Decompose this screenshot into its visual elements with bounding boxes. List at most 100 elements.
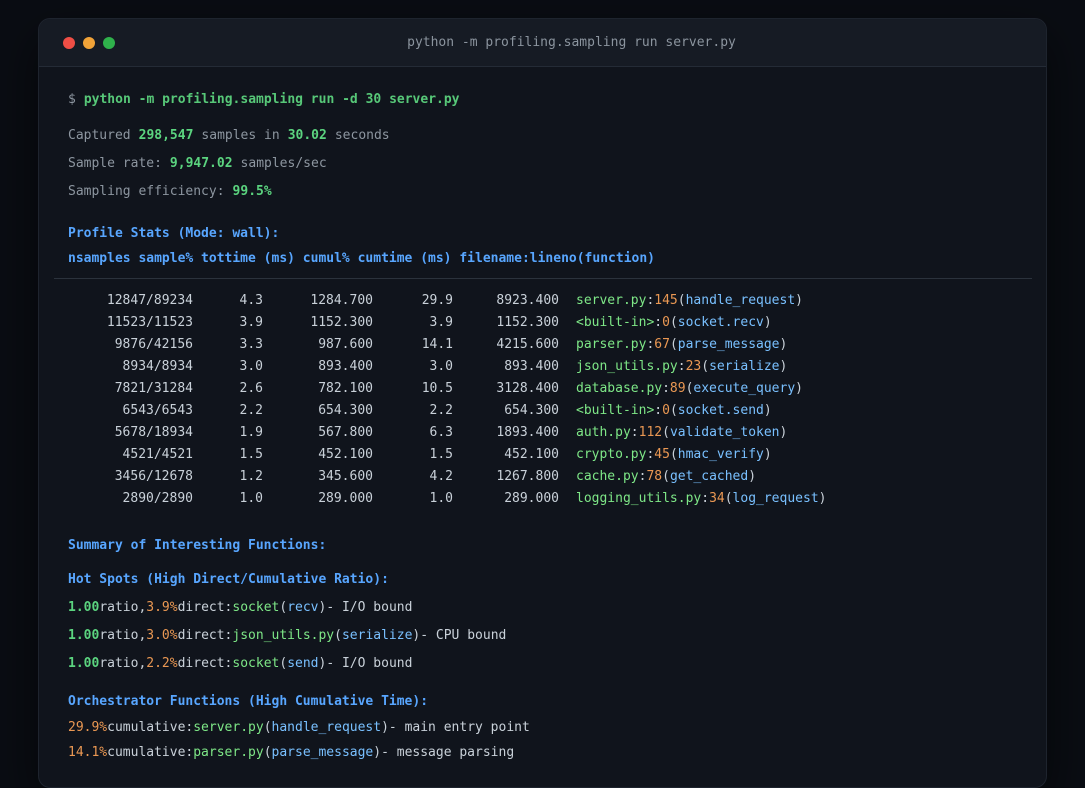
filename: parser.py (576, 336, 647, 352)
captured-samples-value: 298,547 (138, 127, 194, 143)
filename: json_utils.py (576, 358, 678, 374)
cumul-pct-cell: 29.9 (421, 292, 453, 308)
close-paren: ) (763, 402, 772, 418)
function-cell: crypto.py:45(hmac_verify) (576, 447, 772, 462)
sample-pct-cell: 1.9 (239, 424, 263, 440)
close-button[interactable] (63, 36, 75, 49)
filename: <built-in> (576, 402, 655, 418)
lineno: 0 (662, 402, 670, 418)
filename: auth.py (576, 424, 631, 440)
open-paren: ( (662, 424, 670, 440)
nsamples-cell: 4521/4521 (122, 446, 193, 462)
profile-table-row: 8934/8934 3.0 893.400 3.0 893.400 json_utils.… (68, 355, 1018, 377)
function-name: hmac_verify (677, 446, 764, 462)
tottime-cell: 1284.700 (310, 292, 373, 308)
profile-table-row: 2890/2890 1.0 289.000 1.0 289.000 logging_uti… (68, 487, 1018, 509)
profile-table-row: 12847/89234 4.3 1284.700 29.9 8923.400 server… (68, 289, 1018, 311)
sample-pct-cell: 2.2 (239, 402, 263, 418)
filename: crypto.py (576, 446, 647, 462)
target-name: socket (232, 655, 280, 671)
captured-duration-value: 30.02 (287, 127, 327, 143)
filename: logging_utils.py (576, 490, 702, 506)
cumul-pct-cell: 3.9 (429, 314, 453, 330)
tottime-cell: 654.300 (318, 402, 373, 418)
filename: database.py (576, 380, 663, 396)
captured-mid-label: samples in (201, 127, 280, 143)
tottime-cell: 893.400 (318, 358, 373, 374)
open-paren: ( (669, 314, 678, 330)
close-paren: ) (318, 599, 327, 615)
sample-rate-label: Sample rate: (68, 155, 162, 171)
open-paren: ( (662, 468, 670, 484)
cumul-pct-cell: 1.5 (429, 446, 453, 462)
tottime-cell: 452.100 (318, 446, 373, 462)
function-name: get_cached (669, 468, 749, 484)
profile-table-rows: 12847/89234 4.3 1284.700 29.9 8923.400 server… (68, 289, 1018, 509)
ratio-value: 1.00 (68, 627, 100, 643)
cumul-pct-cell: 4.2 (429, 468, 453, 484)
orchestrator-line: 29.9% cumulative: server.py(handle_reque… (68, 715, 1018, 740)
lineno: 89 (669, 380, 686, 396)
hot-spots-heading: Hot Spots (High Direct/Cumulative Ratio)… (68, 571, 389, 587)
hot-spots-lines: 1.00 ratio, 3.9% direct: socket(recv) - … (68, 593, 1018, 677)
orchestrator-note: - message parsing (381, 745, 515, 760)
nsamples-cell: 7821/31284 (114, 380, 193, 396)
method-name: recv (287, 599, 319, 615)
efficiency-label: Sampling efficiency: (68, 183, 225, 199)
ratio-value: 1.00 (68, 599, 100, 615)
function-name: log_request (732, 490, 819, 506)
tottime-cell: 345.600 (318, 468, 373, 484)
cumulative-label: cumulative: (107, 720, 194, 735)
direct-label: direct: (177, 627, 233, 643)
hot-spot-line: 1.00 ratio, 3.0% direct: json_utils.py(s… (68, 621, 1018, 649)
sample-pct-cell: 4.3 (239, 292, 263, 308)
colon: : (630, 424, 639, 440)
cumul-pct-cell: 10.5 (421, 380, 453, 396)
ratio-label: ratio, (99, 599, 147, 615)
cumtime-cell: 452.100 (504, 446, 559, 462)
function-name: handle_request (271, 720, 382, 735)
function-name: handle_request (685, 292, 796, 308)
open-paren: ( (669, 336, 678, 352)
sample-pct-cell: 1.5 (239, 446, 263, 462)
nsamples-cell: 2890/2890 (122, 490, 193, 506)
open-paren: ( (279, 599, 288, 615)
colon: : (654, 402, 663, 418)
sample-rate-value: 9,947.02 (169, 155, 233, 171)
sample-pct-cell: 3.0 (239, 358, 263, 374)
zoom-button[interactable] (103, 36, 115, 49)
function-name: socket.recv (677, 314, 764, 330)
profile-columns-header: nsamples sample% tottime (ms) cumul% cum… (68, 250, 655, 266)
profile-table-row: 3456/12678 1.2 345.600 4.2 1267.800 cache.py:… (68, 465, 1018, 487)
colon: : (662, 380, 670, 396)
function-name: validate_token (669, 424, 780, 440)
cumul-pct-cell: 1.0 (429, 490, 453, 506)
efficiency-line: Sampling efficiency: 99.5% (68, 177, 1018, 205)
cumtime-cell: 3128.400 (496, 380, 559, 396)
tottime-cell: 782.100 (318, 380, 373, 396)
cumtime-cell: 1893.400 (496, 424, 559, 440)
table-divider (54, 278, 1032, 279)
direct-pct: 2.2% (146, 655, 178, 671)
orchestrator-lines: 29.9% cumulative: server.py(handle_reque… (68, 715, 1018, 765)
minimize-button[interactable] (83, 36, 95, 49)
close-paren: ) (818, 490, 827, 506)
captured-label: Captured (68, 127, 131, 143)
close-paren: ) (412, 627, 421, 643)
sample-rate-unit: samples/sec (240, 155, 327, 171)
colon: : (701, 490, 710, 506)
open-paren: ( (279, 655, 288, 671)
profile-table-row: 7821/31284 2.6 782.100 10.5 3128.400 database… (68, 377, 1018, 399)
open-paren: ( (677, 292, 686, 308)
function-cell: parser.py:67(parse_message) (576, 337, 787, 352)
filename: cache.py (576, 468, 639, 484)
prompt-symbol: $ (68, 91, 76, 107)
sample-pct-cell: 3.3 (239, 336, 263, 352)
captured-unit-label: seconds (334, 127, 390, 143)
terminal-content[interactable]: $ python -m profiling.sampling run -d 30… (39, 67, 1046, 765)
close-paren: ) (763, 314, 772, 330)
close-paren: ) (318, 655, 327, 671)
target-name: socket (232, 599, 280, 615)
lineno: 23 (685, 358, 702, 374)
filename: parser.py (193, 745, 264, 760)
